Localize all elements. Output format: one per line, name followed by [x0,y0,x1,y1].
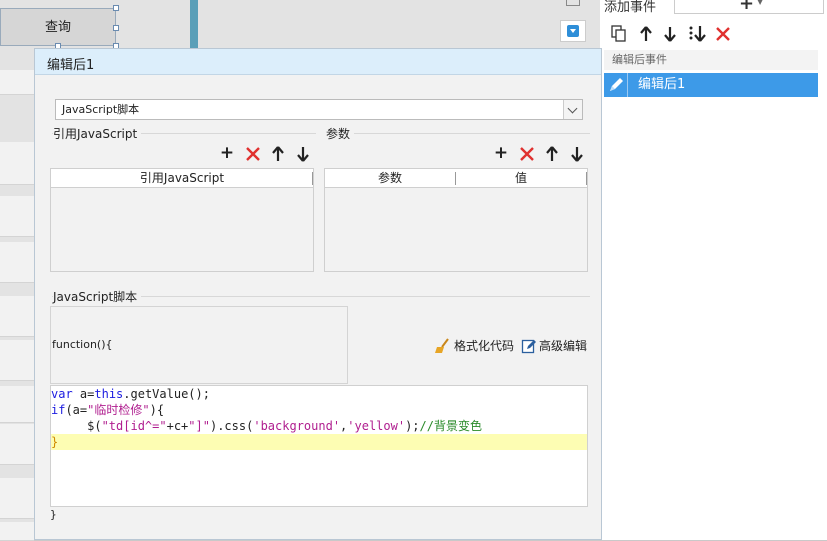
event-name: 编辑后1 [638,77,686,92]
code-editor[interactable]: var a=this.getValue(); if(a="临时检修"){ $("… [50,385,588,507]
delete-icon[interactable] [715,26,731,42]
canvas-row [0,70,34,95]
add-icon[interactable]: + [218,144,236,162]
column-divider[interactable] [312,172,313,185]
canvas-row [0,196,34,237]
param-value-column-header[interactable]: 值 [456,169,586,188]
function-header: function(){ [52,338,113,351]
script-group-label: JavaScript脚本 [53,288,142,305]
arrow-down-icon[interactable] [295,145,311,163]
canvas-row [0,386,34,423]
delete-icon[interactable] [519,146,535,162]
canvas-row [0,296,34,337]
broom-icon [435,338,449,353]
query-button[interactable]: 查询 [0,8,116,46]
function-footer: } [50,508,57,521]
column-divider[interactable] [586,172,587,185]
event-list-item[interactable]: 编辑后1 [604,73,818,97]
copy-icon[interactable] [610,25,628,43]
window-icon[interactable] [566,0,580,6]
delete-icon[interactable] [245,146,261,162]
canvas-row [0,340,34,381]
resize-handle[interactable] [113,5,119,11]
arrow-down-icon[interactable] [569,145,585,163]
canvas-row [0,424,34,465]
chevron-down-icon[interactable] [563,100,582,119]
arrow-up-icon[interactable] [544,145,560,163]
edit-document-icon [521,339,536,354]
ref-js-column-header[interactable]: 引用JavaScript [140,171,224,185]
script-type-select[interactable]: JavaScript脚本 [55,99,583,120]
canvas-row [0,242,34,283]
selection-bar [190,0,198,48]
ref-js-toolbar: + [218,144,318,164]
params-toolbar: + [492,144,592,164]
chevron-down-icon: ▼ [757,0,764,6]
format-code-label: 格式化代码 [454,339,515,353]
table-header: 引用JavaScript [51,169,313,188]
move-to-bottom-icon[interactable] [688,24,708,44]
event-panel-title: 添加事件 [604,0,657,15]
arrow-up-icon[interactable] [638,25,654,43]
resize-handle[interactable] [113,25,119,31]
canvas-row [0,142,34,185]
script-type-value: JavaScript脚本 [62,103,140,116]
plus-icon: + [739,0,755,14]
code-line[interactable]: $("td[id^="+c+"]").css('background','yel… [51,418,482,434]
code-line[interactable]: var a=this.getValue(); [51,386,210,402]
ref-js-group-label: 引用JavaScript [53,125,142,142]
code-line-current[interactable]: } [51,434,587,450]
params-table: 参数 值 [324,168,588,272]
canvas-row [0,478,34,519]
add-event-dropdown[interactable]: + ▼ [674,0,824,14]
params-group-label: 参数 [326,125,355,142]
event-toolbar [604,22,818,46]
group-divider [326,133,590,134]
event-section-header: 编辑后事件 [604,50,818,70]
param-name-column-header[interactable]: 参数 [325,169,455,188]
dropdown-widget-icon[interactable] [560,20,586,42]
arrow-down-icon[interactable] [662,25,678,43]
dialog-title: 编辑后1 [47,58,95,73]
add-icon[interactable]: + [492,144,510,162]
code-line[interactable]: if(a="临时检修"){ [51,402,164,418]
dialog-title-bar[interactable]: 编辑后1 [35,49,601,75]
advanced-edit-label: 高级编辑 [539,339,588,353]
function-header-box: function(){ [50,306,348,384]
arrow-up-icon[interactable] [270,145,286,163]
edit-pencil-icon[interactable] [604,73,628,97]
ref-js-table: 引用JavaScript [50,168,314,272]
table-header: 参数 值 [325,169,587,188]
canvas-row [0,522,34,541]
